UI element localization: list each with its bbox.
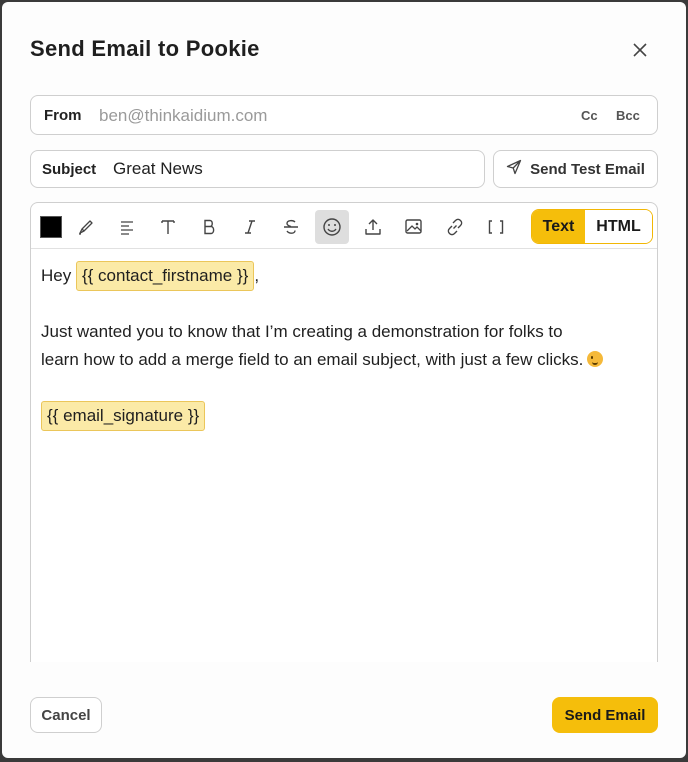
cc-button[interactable]: Cc [581, 108, 598, 123]
text-size-icon[interactable] [151, 210, 185, 244]
editor-mode-toggle: Text HTML [531, 209, 653, 244]
upload-icon[interactable] [356, 210, 390, 244]
subject-input[interactable] [113, 157, 473, 181]
body-line-2: learn how to add a merge field to an ema… [41, 350, 584, 369]
cancel-button[interactable]: Cancel [30, 697, 102, 733]
bold-icon[interactable] [192, 210, 226, 244]
merge-tag-signature[interactable]: {{ email_signature }} [41, 401, 206, 431]
signature-line: {{ email_signature }} [41, 401, 641, 431]
image-icon[interactable] [397, 210, 431, 244]
mode-html-button[interactable]: HTML [585, 210, 652, 243]
email-body[interactable]: Hey {{ contact_firstname }}, Just wanted… [41, 261, 641, 431]
mode-text-button[interactable]: Text [532, 210, 585, 243]
greeting-line: Hey {{ contact_firstname }}, [41, 261, 641, 291]
close-icon[interactable] [630, 40, 650, 60]
greeting-text: Hey [41, 266, 72, 285]
color-swatch [40, 216, 62, 238]
link-icon[interactable] [438, 210, 472, 244]
body-line-1: Just wanted you to know that I’m creatin… [41, 322, 563, 341]
italic-icon[interactable] [233, 210, 267, 244]
winking-face-icon [587, 351, 604, 367]
from-value[interactable]: ben@thinkaidium.com [99, 106, 267, 126]
send-email-dialog: Send Email to Pookie From ben@thinkaidiu… [2, 2, 686, 758]
send-email-button[interactable]: Send Email [552, 697, 658, 733]
merge-field-icon[interactable] [479, 210, 513, 244]
editor-toolbar: Text HTML [31, 203, 657, 249]
from-field[interactable]: From ben@thinkaidium.com Cc Bcc [30, 95, 658, 135]
bcc-button[interactable]: Bcc [616, 108, 640, 123]
email-editor: Text HTML Hey {{ contact_firstname }}, J… [30, 202, 658, 662]
text-color-picker[interactable] [34, 210, 68, 244]
dialog-title: Send Email to Pookie [30, 36, 260, 61]
send-test-email-label: Send Test Email [530, 160, 645, 178]
highlighter-icon[interactable] [69, 210, 103, 244]
send-test-email-button[interactable]: Send Test Email [493, 150, 658, 188]
from-label: From [44, 107, 82, 124]
paper-plane-icon [506, 159, 522, 179]
body-line-2-wrap: learn how to add a merge field to an ema… [41, 346, 641, 374]
emoji-icon[interactable] [315, 210, 349, 244]
merge-tag-firstname[interactable]: {{ contact_firstname }} [75, 261, 255, 291]
align-left-icon[interactable] [110, 210, 144, 244]
subject-field: Subject [30, 150, 485, 188]
subject-label: Subject [42, 161, 97, 178]
greeting-comma: , [254, 266, 260, 285]
strikethrough-icon[interactable] [274, 210, 308, 244]
